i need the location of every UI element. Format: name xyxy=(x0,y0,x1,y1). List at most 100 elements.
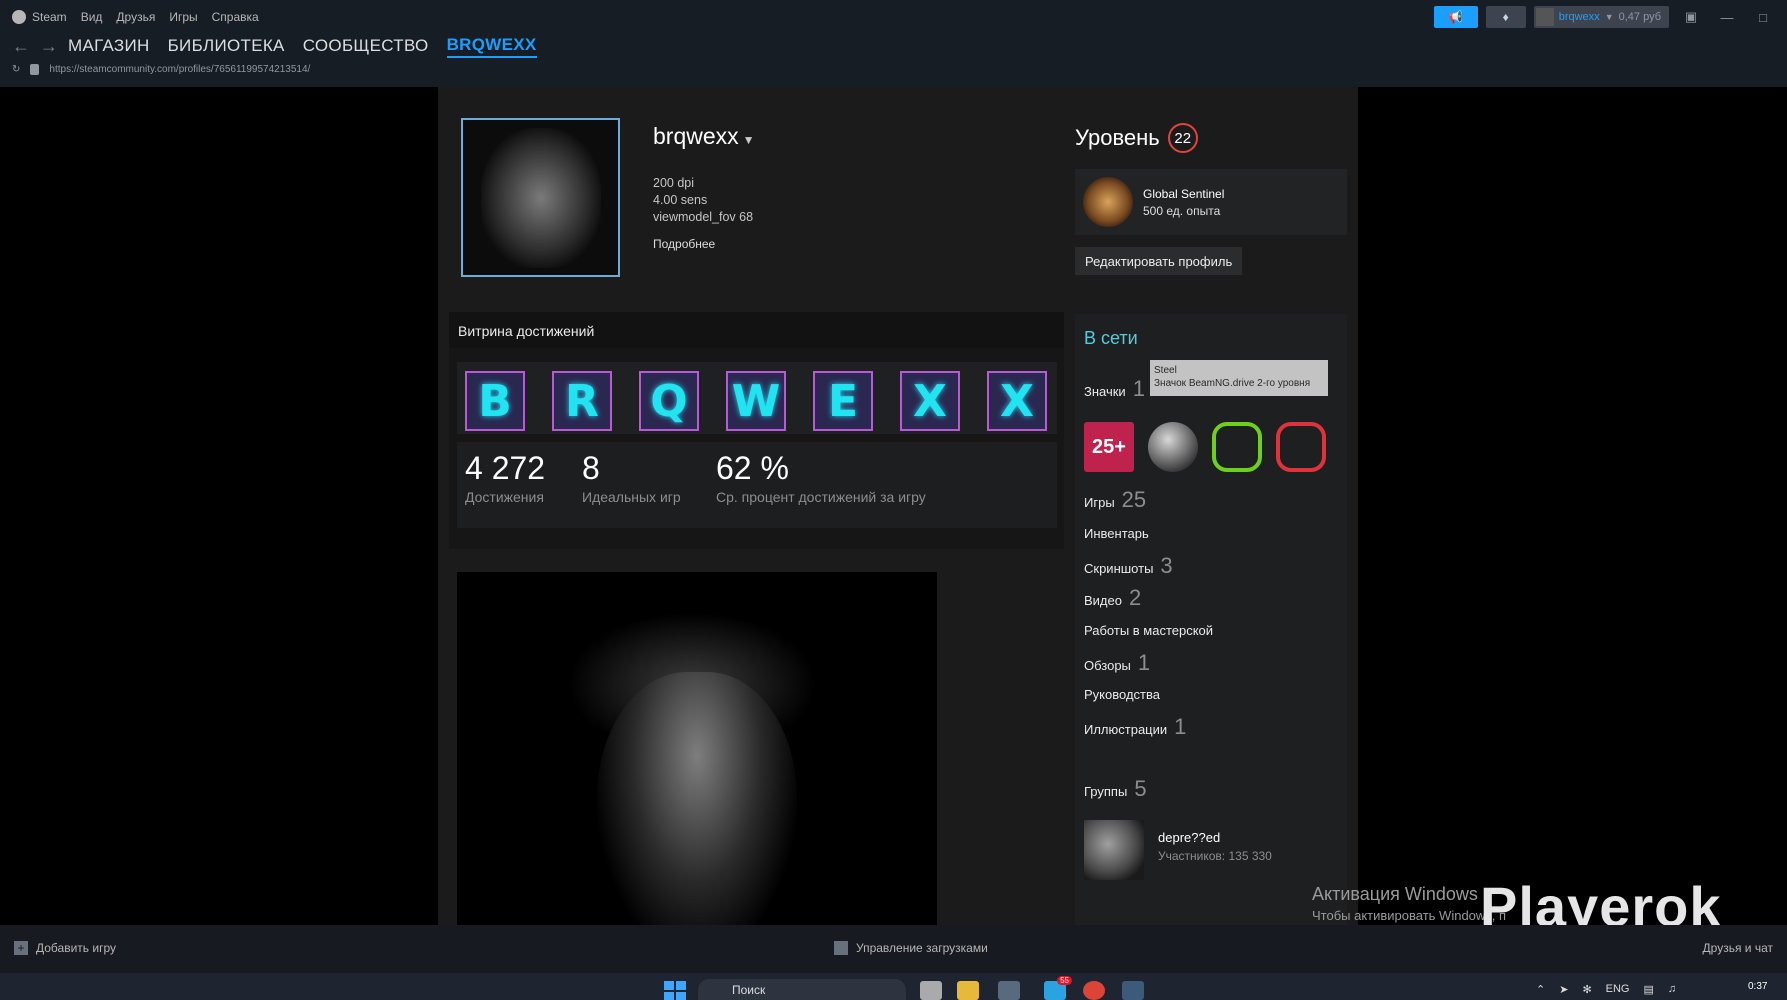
windows-start-icon[interactable] xyxy=(664,981,686,1000)
back-arrow-icon[interactable]: ← xyxy=(12,36,32,57)
minimize-icon[interactable]: — xyxy=(1713,10,1741,25)
maximize-icon[interactable]: □ xyxy=(1749,10,1777,25)
windows-taskbar: Поиск 55 ⌃ ➤ ✻ ENG ▤ ♫ 0:37 xyxy=(0,973,1787,1000)
forward-arrow-icon[interactable]: → xyxy=(40,36,60,57)
sidebar-item-label: Игры xyxy=(1084,495,1115,510)
task-view-icon[interactable] xyxy=(920,981,942,1000)
announcements-button[interactable]: 📢 xyxy=(1433,6,1478,28)
telegram-badge: 55 xyxy=(1057,976,1072,985)
achievement-icon[interactable]: E xyxy=(813,371,873,431)
achievement-icon[interactable]: X xyxy=(900,371,960,431)
red-badge-icon[interactable] xyxy=(1276,422,1326,472)
big-picture-icon[interactable]: ▣ xyxy=(1677,9,1705,25)
sidebar-item-videos[interactable]: Видео 2 xyxy=(1084,585,1141,611)
sidebar-item-inventory[interactable]: Инвентарь xyxy=(1084,526,1149,541)
level-badge[interactable]: 22 xyxy=(1167,123,1198,153)
tab-library[interactable]: БИБЛИОТЕКА xyxy=(168,36,285,56)
sidebar-item-label: Работы в мастерской xyxy=(1084,623,1214,638)
volume-icon[interactable]: ♫ xyxy=(1668,983,1676,996)
more-link[interactable]: Подробнее xyxy=(653,237,715,251)
network-icon[interactable]: ▤ xyxy=(1644,983,1654,996)
menu-friends[interactable]: Друзья xyxy=(116,10,155,24)
menu-view[interactable]: Вид xyxy=(81,10,103,24)
artwork-showcase xyxy=(449,560,1064,925)
file-explorer-icon[interactable] xyxy=(957,981,979,1000)
telegram-icon[interactable]: 55 xyxy=(1044,976,1072,1000)
menu-steam[interactable]: Steam xyxy=(32,10,67,24)
achievement-icon[interactable]: X xyxy=(987,371,1047,431)
chrome-icon[interactable] xyxy=(1083,981,1105,1000)
notifications-button[interactable]: ♦ xyxy=(1485,6,1526,28)
level-section: Уровень 22 xyxy=(1075,123,1198,153)
stat-label: Ср. процент достижений за игру xyxy=(716,489,926,505)
downloads-button[interactable]: Управление загрузками xyxy=(834,941,988,955)
taskbar-search[interactable]: Поиск xyxy=(698,979,906,1000)
group-name: depre??ed xyxy=(1158,830,1221,845)
artwork-image[interactable] xyxy=(457,572,937,925)
wallet-balance: 0,47 руб xyxy=(1618,11,1661,23)
sidebar-item-count: 3 xyxy=(1160,553,1173,578)
persona-name: brqwexx xyxy=(653,123,739,149)
sidebar-item-screenshots[interactable]: Скриншоты 3 xyxy=(1084,553,1173,579)
sidebar-item-guides[interactable]: Руководства xyxy=(1084,687,1160,702)
menu-bar: Steam Вид Друзья Игры Справка xyxy=(12,10,259,24)
activation-subtitle: Чтобы активировать Windows, п xyxy=(1312,908,1507,923)
stat-value: 62 % xyxy=(716,450,789,486)
sidebar-item-count: 5 xyxy=(1134,776,1147,801)
sidebar-item-workshop[interactable]: Работы в мастерской xyxy=(1084,623,1213,638)
tab-community[interactable]: СООБЩЕСТВО xyxy=(303,36,429,56)
sidebar-item-count: 1 xyxy=(1132,376,1145,401)
steam-footer: + Добавить игру Управление загрузками Др… xyxy=(0,925,1787,973)
showcase-title: Витрина достижений xyxy=(449,312,1064,348)
achievement-icon[interactable]: B xyxy=(465,371,525,431)
summary-line: 4.00 sens xyxy=(653,193,708,207)
persona-name-dropdown[interactable]: brqwexx ▼ xyxy=(653,123,755,150)
steam-taskbar-icon[interactable] xyxy=(998,981,1020,1000)
sidebar-item-artwork[interactable]: Иллюстрации 1 xyxy=(1084,714,1186,740)
chevron-up-icon[interactable]: ⌃ xyxy=(1536,983,1545,996)
stat-achievements[interactable]: 4 272 Достижения xyxy=(465,450,545,505)
steel-badge-icon[interactable] xyxy=(1148,422,1198,472)
windows-activation-notice: Активация Windows Чтобы активировать Win… xyxy=(1312,884,1506,923)
menu-help[interactable]: Справка xyxy=(212,10,259,24)
stat-label: Достижения xyxy=(465,489,544,505)
telegram-tray-icon[interactable]: ➤ xyxy=(1559,983,1568,996)
sidebar-item-reviews[interactable]: Обзоры 1 xyxy=(1084,650,1150,676)
stat-perfect-games[interactable]: 8 Идеальных игр xyxy=(582,450,681,505)
summary-line: 200 dpi xyxy=(653,176,695,190)
sidebar-item-label: Обзоры xyxy=(1084,658,1131,673)
tooltip-subtitle: Значок BeamNG.drive 2-го уровня xyxy=(1154,378,1311,389)
menu-games[interactable]: Игры xyxy=(169,10,197,24)
steam-active-icon[interactable] xyxy=(1122,981,1144,1000)
achievement-icon[interactable]: Q xyxy=(639,371,699,431)
group-entry[interactable]: depre??ed Участников: 135 330 xyxy=(1084,820,1272,880)
tooltip-title: Steel xyxy=(1154,365,1177,376)
steam-tray-icon[interactable]: ✻ xyxy=(1582,983,1591,996)
sidebar-item-groups[interactable]: Группы 5 xyxy=(1084,776,1147,802)
achievement-icon[interactable]: W xyxy=(726,371,786,431)
favorite-badge[interactable]: Global Sentinel 500 ед. опыта xyxy=(1075,169,1347,235)
online-status: В сети xyxy=(1084,328,1138,348)
url-bar: ↻ https://steamcommunity.com/profiles/76… xyxy=(12,64,310,75)
sidebar-item-badges[interactable]: Значки 1 xyxy=(1084,376,1145,402)
achievement-icon[interactable]: R xyxy=(552,371,612,431)
clock[interactable]: 0:37 xyxy=(1748,981,1767,992)
showcase-achievements: B R Q W E X X xyxy=(457,362,1057,434)
tab-store[interactable]: МАГАЗИН xyxy=(68,36,150,56)
edit-profile-button[interactable]: Редактировать профиль xyxy=(1075,247,1243,275)
url-text[interactable]: https://steamcommunity.com/profiles/7656… xyxy=(49,64,310,75)
green-badge-icon[interactable] xyxy=(1212,422,1262,472)
account-menu[interactable]: brqwexx ▼ 0,47 руб xyxy=(1533,6,1669,28)
download-icon xyxy=(834,941,848,955)
add-game-button[interactable]: + Добавить игру xyxy=(14,941,116,955)
profile-avatar[interactable] xyxy=(461,118,620,277)
sidebar-item-games[interactable]: Игры 25 xyxy=(1084,487,1146,513)
sidebar-item-label: Руководства xyxy=(1084,687,1160,702)
language-indicator[interactable]: ENG xyxy=(1606,983,1630,996)
friends-chat-button[interactable]: Друзья и чат xyxy=(1703,941,1773,955)
account-name: brqwexx xyxy=(1558,11,1600,23)
plus-icon: + xyxy=(14,941,28,955)
reload-icon[interactable]: ↻ xyxy=(12,64,20,75)
badge-25plus-icon[interactable]: 25+ xyxy=(1084,422,1134,472)
tab-profile[interactable]: BRQWEXX xyxy=(446,35,537,58)
